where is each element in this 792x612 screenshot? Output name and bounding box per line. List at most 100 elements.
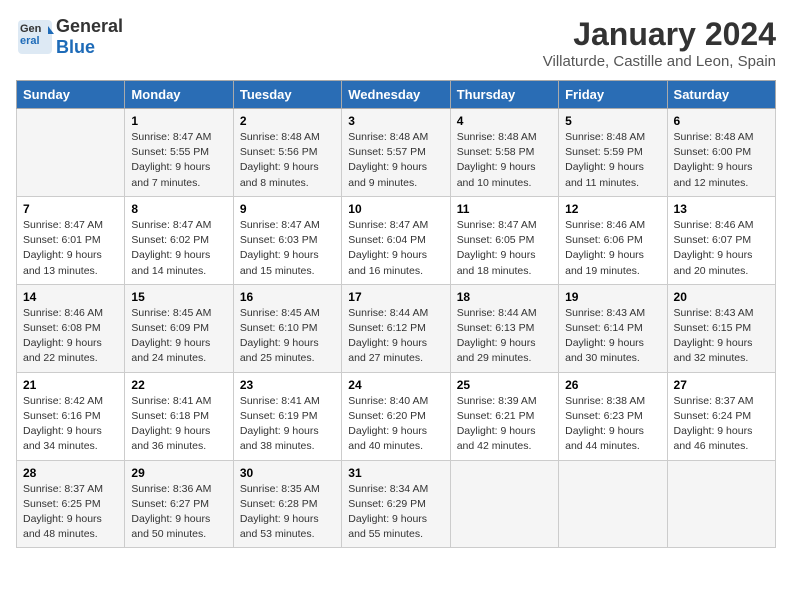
day-detail: Sunrise: 8:45 AMSunset: 6:09 PMDaylight:… <box>131 306 226 367</box>
main-title: January 2024 <box>543 16 776 53</box>
calendar-cell: 20 Sunrise: 8:43 AMSunset: 6:15 PMDayligh… <box>667 284 775 372</box>
day-detail: Sunrise: 8:47 AMSunset: 6:04 PMDaylight:… <box>348 218 443 279</box>
day-number: 31 <box>348 466 443 480</box>
day-number: 7 <box>23 202 118 216</box>
header-row: SundayMondayTuesdayWednesdayThursdayFrid… <box>17 81 776 109</box>
day-detail: Sunrise: 8:42 AMSunset: 6:16 PMDaylight:… <box>23 394 118 455</box>
day-number: 8 <box>131 202 226 216</box>
svg-text:Gen: Gen <box>20 23 42 35</box>
day-detail: Sunrise: 8:41 AMSunset: 6:19 PMDaylight:… <box>240 394 335 455</box>
day-number: 27 <box>674 378 769 392</box>
header-thursday: Thursday <box>450 81 558 109</box>
day-number: 6 <box>674 114 769 128</box>
day-detail: Sunrise: 8:48 AMSunset: 5:57 PMDaylight:… <box>348 130 443 191</box>
calendar-cell <box>667 460 775 548</box>
calendar-cell: 6 Sunrise: 8:48 AMSunset: 6:00 PMDaylight… <box>667 109 775 197</box>
calendar-cell: 10 Sunrise: 8:47 AMSunset: 6:04 PMDayligh… <box>342 196 450 284</box>
calendar-cell: 7 Sunrise: 8:47 AMSunset: 6:01 PMDaylight… <box>17 196 125 284</box>
calendar-cell: 2 Sunrise: 8:48 AMSunset: 5:56 PMDaylight… <box>233 109 341 197</box>
day-number: 15 <box>131 290 226 304</box>
day-detail: Sunrise: 8:38 AMSunset: 6:23 PMDaylight:… <box>565 394 660 455</box>
calendar-cell: 4Sunrise: 8:48 AMSunset: 5:58 PMDaylight… <box>450 109 558 197</box>
day-detail: Sunrise: 8:47 AMSunset: 5:55 PMDaylight:… <box>131 130 226 191</box>
day-detail: Sunrise: 8:39 AMSunset: 6:21 PMDaylight:… <box>457 394 552 455</box>
header-wednesday: Wednesday <box>342 81 450 109</box>
day-number: 20 <box>674 290 769 304</box>
calendar-cell: 14 Sunrise: 8:46 AMSunset: 6:08 PMDayligh… <box>17 284 125 372</box>
day-detail: Sunrise: 8:47 AMSunset: 6:01 PMDaylight:… <box>23 218 118 279</box>
svg-text:eral: eral <box>20 35 40 47</box>
calendar-cell: 9 Sunrise: 8:47 AMSunset: 6:03 PMDaylight… <box>233 196 341 284</box>
day-number: 18 <box>457 290 552 304</box>
week-row-1: 7 Sunrise: 8:47 AMSunset: 6:01 PMDaylight… <box>17 196 776 284</box>
day-number: 1 <box>131 114 226 128</box>
day-number: 14 <box>23 290 118 304</box>
day-number: 25 <box>457 378 552 392</box>
day-number: 12 <box>565 202 660 216</box>
calendar-cell: 30Sunrise: 8:35 AMSunset: 6:28 PMDayligh… <box>233 460 341 548</box>
calendar-cell: 11Sunrise: 8:47 AMSunset: 6:05 PMDayligh… <box>450 196 558 284</box>
week-row-0: 1 Sunrise: 8:47 AMSunset: 5:55 PMDaylight… <box>17 109 776 197</box>
day-number: 23 <box>240 378 335 392</box>
day-detail: Sunrise: 8:44 AMSunset: 6:13 PMDaylight:… <box>457 306 552 367</box>
day-number: 24 <box>348 378 443 392</box>
week-row-3: 21Sunrise: 8:42 AMSunset: 6:16 PMDayligh… <box>17 372 776 460</box>
calendar-cell: 28Sunrise: 8:37 AMSunset: 6:25 PMDayligh… <box>17 460 125 548</box>
calendar-cell: 18 Sunrise: 8:44 AMSunset: 6:13 PMDayligh… <box>450 284 558 372</box>
day-detail: Sunrise: 8:36 AMSunset: 6:27 PMDaylight:… <box>131 482 226 543</box>
day-number: 2 <box>240 114 335 128</box>
header-saturday: Saturday <box>667 81 775 109</box>
calendar-cell: 23 Sunrise: 8:41 AMSunset: 6:19 PMDayligh… <box>233 372 341 460</box>
calendar-cell: 26Sunrise: 8:38 AMSunset: 6:23 PMDayligh… <box>559 372 667 460</box>
sub-title: Villaturde, Castille and Leon, Spain <box>543 53 776 70</box>
day-number: 17 <box>348 290 443 304</box>
day-detail: Sunrise: 8:41 AMSunset: 6:18 PMDaylight:… <box>131 394 226 455</box>
calendar-cell: 19Sunrise: 8:43 AMSunset: 6:14 PMDayligh… <box>559 284 667 372</box>
calendar-cell: 17 Sunrise: 8:44 AMSunset: 6:12 PMDayligh… <box>342 284 450 372</box>
calendar-cell: 12Sunrise: 8:46 AMSunset: 6:06 PMDayligh… <box>559 196 667 284</box>
calendar-header: SundayMondayTuesdayWednesdayThursdayFrid… <box>17 81 776 109</box>
calendar-cell: 5Sunrise: 8:48 AMSunset: 5:59 PMDaylight… <box>559 109 667 197</box>
day-detail: Sunrise: 8:48 AMSunset: 6:00 PMDaylight:… <box>674 130 769 191</box>
day-number: 29 <box>131 466 226 480</box>
calendar-cell <box>559 460 667 548</box>
day-number: 11 <box>457 202 552 216</box>
calendar-cell: 21Sunrise: 8:42 AMSunset: 6:16 PMDayligh… <box>17 372 125 460</box>
day-detail: Sunrise: 8:40 AMSunset: 6:20 PMDaylight:… <box>348 394 443 455</box>
calendar-cell: 15 Sunrise: 8:45 AMSunset: 6:09 PMDayligh… <box>125 284 233 372</box>
day-detail: Sunrise: 8:37 AMSunset: 6:24 PMDaylight:… <box>674 394 769 455</box>
page-header: Gen eral General Blue January 2024 Villa… <box>16 16 776 70</box>
day-number: 9 <box>240 202 335 216</box>
calendar-cell: 8Sunrise: 8:47 AMSunset: 6:02 PMDaylight… <box>125 196 233 284</box>
logo-blue: Blue <box>56 37 95 57</box>
calendar-cell: 13 Sunrise: 8:46 AMSunset: 6:07 PMDayligh… <box>667 196 775 284</box>
day-detail: Sunrise: 8:46 AMSunset: 6:08 PMDaylight:… <box>23 306 118 367</box>
day-detail: Sunrise: 8:34 AMSunset: 6:29 PMDaylight:… <box>348 482 443 543</box>
day-detail: Sunrise: 8:44 AMSunset: 6:12 PMDaylight:… <box>348 306 443 367</box>
day-detail: Sunrise: 8:48 AMSunset: 5:59 PMDaylight:… <box>565 130 660 191</box>
day-number: 28 <box>23 466 118 480</box>
day-detail: Sunrise: 8:46 AMSunset: 6:07 PMDaylight:… <box>674 218 769 279</box>
day-detail: Sunrise: 8:43 AMSunset: 6:14 PMDaylight:… <box>565 306 660 367</box>
day-number: 13 <box>674 202 769 216</box>
header-monday: Monday <box>125 81 233 109</box>
day-detail: Sunrise: 8:47 AMSunset: 6:03 PMDaylight:… <box>240 218 335 279</box>
day-number: 3 <box>348 114 443 128</box>
calendar-cell: 16Sunrise: 8:45 AMSunset: 6:10 PMDayligh… <box>233 284 341 372</box>
calendar-cell: 1 Sunrise: 8:47 AMSunset: 5:55 PMDaylight… <box>125 109 233 197</box>
header-sunday: Sunday <box>17 81 125 109</box>
day-number: 30 <box>240 466 335 480</box>
week-row-2: 14 Sunrise: 8:46 AMSunset: 6:08 PMDayligh… <box>17 284 776 372</box>
calendar-cell: 27 Sunrise: 8:37 AMSunset: 6:24 PMDayligh… <box>667 372 775 460</box>
calendar-cell: 25 Sunrise: 8:39 AMSunset: 6:21 PMDayligh… <box>450 372 558 460</box>
day-number: 4 <box>457 114 552 128</box>
calendar-cell <box>450 460 558 548</box>
day-detail: Sunrise: 8:48 AMSunset: 5:56 PMDaylight:… <box>240 130 335 191</box>
logo-icon: Gen eral <box>16 18 54 56</box>
day-detail: Sunrise: 8:43 AMSunset: 6:15 PMDaylight:… <box>674 306 769 367</box>
day-detail: Sunrise: 8:45 AMSunset: 6:10 PMDaylight:… <box>240 306 335 367</box>
calendar-table: SundayMondayTuesdayWednesdayThursdayFrid… <box>16 80 776 548</box>
day-number: 10 <box>348 202 443 216</box>
header-tuesday: Tuesday <box>233 81 341 109</box>
calendar-cell: 29 Sunrise: 8:36 AMSunset: 6:27 PMDayligh… <box>125 460 233 548</box>
